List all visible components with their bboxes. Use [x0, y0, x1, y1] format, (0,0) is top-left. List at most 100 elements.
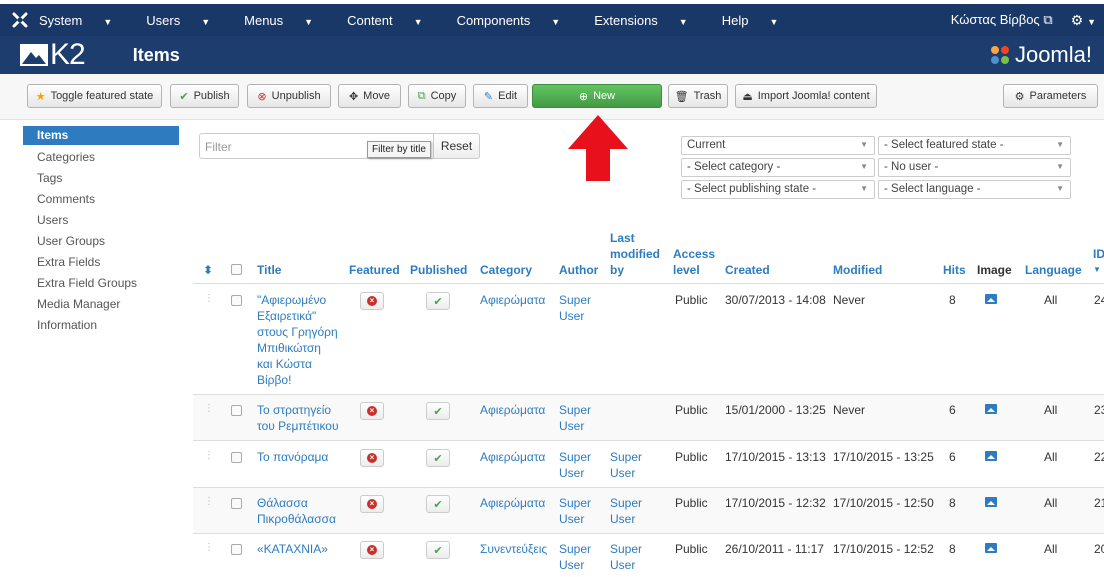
language-select[interactable]: - Select language - ▼	[878, 180, 1071, 199]
col-published[interactable]: Published	[410, 263, 467, 277]
featured-toggle[interactable]: ×	[360, 402, 384, 420]
row-checkbox[interactable]	[231, 544, 242, 555]
menu-components[interactable]: Components ▼	[457, 13, 578, 28]
sidebar-item-media-manager[interactable]: Media Manager	[23, 294, 179, 315]
row-checkbox[interactable]	[231, 405, 242, 416]
item-title-link[interactable]: Θάλασσα Πικροθάλασσα	[257, 495, 336, 527]
hits-count: 8	[949, 542, 956, 556]
author-link[interactable]: Super User	[559, 292, 591, 324]
sidebar-item-users[interactable]: Users	[23, 210, 179, 231]
image-icon[interactable]	[985, 543, 997, 553]
item-title-link[interactable]: Το στρατηγείο του Ρεμπέτικου	[257, 402, 347, 434]
author-link[interactable]: Super User	[559, 541, 591, 573]
col-language[interactable]: Language	[1025, 263, 1082, 277]
modified-by-link[interactable]: Super User	[610, 495, 642, 527]
user-link[interactable]: Κώστας Βίρβος ⧉	[951, 12, 1053, 28]
featured-select[interactable]: - Select featured state - ▼	[878, 136, 1071, 155]
menu-extensions[interactable]: Extensions ▼	[594, 13, 705, 28]
menu-users[interactable]: Users ▼	[146, 13, 227, 28]
drag-handle-icon[interactable]: ⋮	[204, 403, 214, 414]
modified-date: 17/10/2015 - 12:52	[833, 542, 934, 556]
author-link[interactable]: Super User	[559, 495, 591, 527]
copy-button[interactable]: ⧉ Copy	[408, 84, 466, 108]
sidebar-item-categories[interactable]: Categories	[23, 147, 179, 168]
sidebar-item-extra-field-groups[interactable]: Extra Field Groups	[23, 273, 179, 294]
parameters-button[interactable]: ⚙ Parameters	[1003, 84, 1098, 108]
category-link[interactable]: Αφιερώματα	[480, 402, 545, 418]
published-toggle[interactable]: ✔	[426, 292, 450, 310]
published-toggle[interactable]: ✔	[426, 402, 450, 420]
edit-button[interactable]: ✎ Edit	[473, 84, 528, 108]
import-button[interactable]: ⏏ Import Joomla! content	[735, 84, 877, 108]
move-button[interactable]: ✥ Move	[338, 84, 401, 108]
sidebar-item-extra-fields[interactable]: Extra Fields	[23, 252, 179, 273]
menu-system[interactable]: System ▼	[39, 13, 129, 28]
reset-button[interactable]: Reset	[433, 133, 480, 159]
new-button[interactable]: ⊕ New	[532, 84, 662, 108]
image-icon[interactable]	[985, 294, 997, 304]
item-title-link[interactable]: Το πανόραμα	[257, 449, 328, 465]
sidebar-item-information[interactable]: Information	[23, 315, 179, 336]
row-checkbox[interactable]	[231, 498, 242, 509]
modified-by-link[interactable]: Super User	[610, 541, 642, 573]
sidebar-item-comments[interactable]: Comments	[23, 189, 179, 210]
category-link[interactable]: Συνεντεύξεις	[480, 541, 547, 557]
toggle-featured-button[interactable]: ★ Toggle featured state	[27, 84, 162, 108]
category-link[interactable]: Αφιερώματα	[480, 292, 545, 308]
joomla-icon[interactable]	[9, 9, 31, 31]
featured-toggle[interactable]: ×	[360, 541, 384, 559]
modified-by-link[interactable]: Super User	[610, 449, 642, 481]
sidebar-item-items[interactable]: Items	[23, 126, 179, 145]
table-row	[193, 534, 1104, 577]
category-link[interactable]: Αφιερώματα	[480, 449, 545, 465]
category-link[interactable]: Αφιερώματα	[480, 495, 545, 511]
sort-order-icon[interactable]: ⬍	[203, 263, 213, 277]
unpublish-button[interactable]: ⊗ Unpublish	[247, 84, 331, 108]
menu-help[interactable]: Help ▼	[722, 13, 796, 28]
col-created[interactable]: Created	[725, 263, 770, 277]
row-checkbox[interactable]	[231, 452, 242, 463]
publishing-select[interactable]: - Select publishing state - ▼	[681, 180, 875, 199]
col-title[interactable]: Title	[257, 263, 281, 277]
published-toggle[interactable]: ✔	[426, 541, 450, 559]
trash-button[interactable]: 🗑 Trash	[668, 84, 728, 108]
category-select[interactable]: - Select category - ▼	[681, 158, 875, 177]
drag-handle-icon[interactable]: ⋮	[204, 496, 214, 507]
col-last-modified-by[interactable]: Last modified by	[610, 231, 660, 277]
featured-toggle[interactable]: ×	[360, 292, 384, 310]
user-select[interactable]: - No user - ▼	[878, 158, 1071, 177]
col-id[interactable]: ID ▼	[1093, 247, 1104, 277]
menu-content[interactable]: Content ▼	[347, 13, 439, 28]
trash-state-select[interactable]: Current ▼	[681, 136, 875, 155]
chevron-down-icon: ▼	[1056, 162, 1064, 171]
joomla-logo-icon	[990, 46, 1009, 64]
col-author[interactable]: Author	[559, 263, 598, 277]
col-hits[interactable]: Hits	[943, 263, 966, 277]
drag-handle-icon[interactable]: ⋮	[204, 293, 214, 304]
drag-handle-icon[interactable]: ⋮	[204, 450, 214, 461]
settings-menu[interactable]: ⚙ ▼	[1071, 12, 1096, 29]
drag-handle-icon[interactable]: ⋮	[204, 542, 214, 553]
col-access-level[interactable]: Access level	[673, 247, 715, 277]
featured-toggle[interactable]: ×	[360, 449, 384, 467]
sidebar-item-user-groups[interactable]: User Groups	[23, 231, 179, 252]
published-toggle[interactable]: ✔	[426, 449, 450, 467]
author-link[interactable]: Super User	[559, 449, 591, 481]
col-category[interactable]: Category	[480, 263, 532, 277]
col-featured[interactable]: Featured	[349, 263, 400, 277]
image-icon[interactable]	[985, 497, 997, 507]
row-checkbox[interactable]	[231, 295, 242, 306]
sidebar-item-tags[interactable]: Tags	[23, 168, 179, 189]
menu-menus[interactable]: Menus ▼	[244, 13, 330, 28]
image-icon[interactable]	[985, 404, 997, 414]
item-title-link[interactable]: «ΚΑΤΑΧΝΙΑ»	[257, 541, 328, 557]
published-toggle[interactable]: ✔	[426, 495, 450, 513]
col-modified[interactable]: Modified	[833, 263, 882, 277]
featured-toggle[interactable]: ×	[360, 495, 384, 513]
item-title-link[interactable]: "Αφιερωμένο Εξαιρετικά" στους Γρηγόρη Μπ…	[257, 292, 342, 388]
publish-button[interactable]: ✔ Publish	[170, 84, 239, 108]
select-all-checkbox[interactable]	[231, 264, 242, 275]
image-icon[interactable]	[985, 451, 997, 461]
chevron-down-icon: ▼	[1056, 184, 1064, 193]
author-link[interactable]: Super User	[559, 402, 591, 434]
